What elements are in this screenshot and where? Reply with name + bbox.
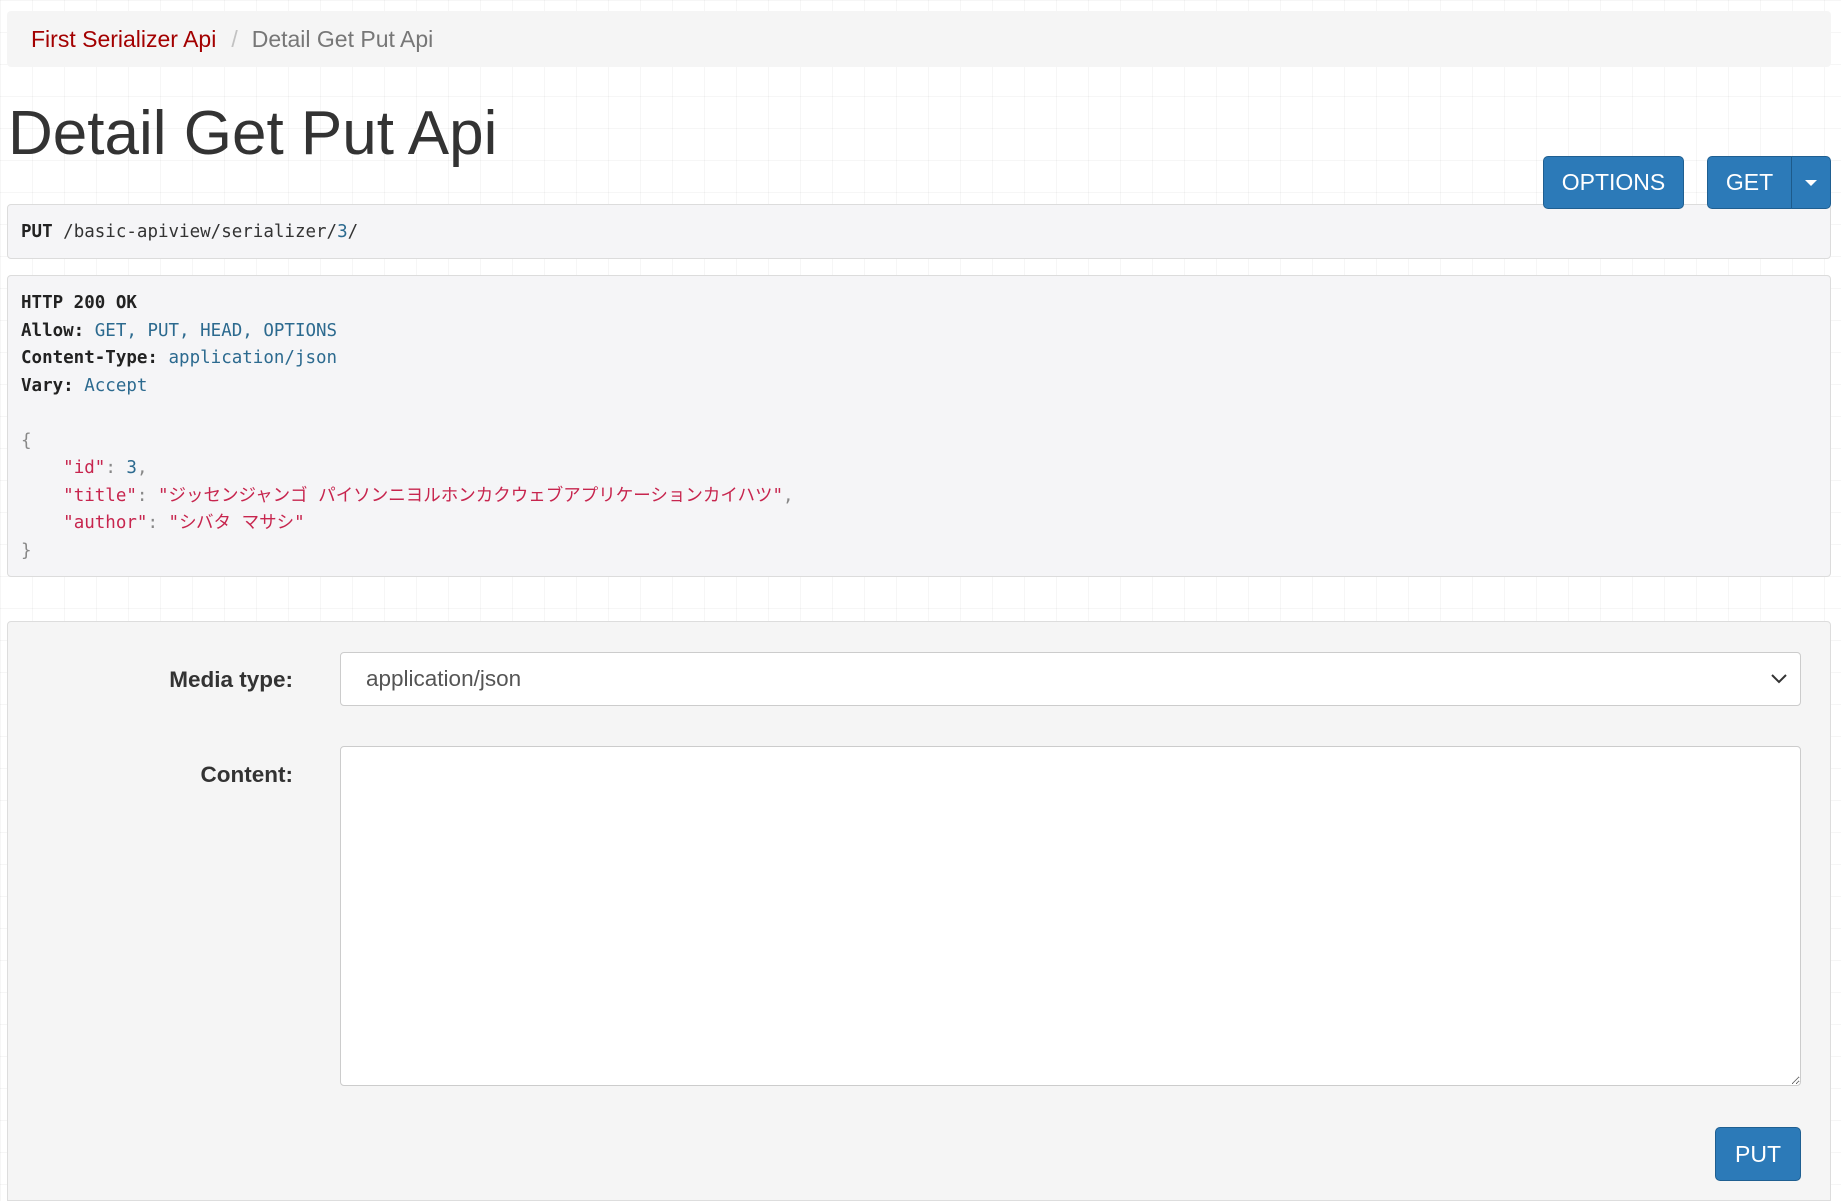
breadcrumb: First Serializer Api / Detail Get Put Ap… bbox=[7, 11, 1831, 67]
json-comma: , bbox=[136, 458, 148, 478]
json-key-id: "id" bbox=[63, 458, 106, 478]
header-value-allow: GET, PUT, HEAD, OPTIONS bbox=[94, 320, 338, 341]
page-title: Detail Get Put Api bbox=[8, 99, 498, 168]
json-value-id: 3 bbox=[126, 458, 137, 478]
content-label: Content: bbox=[200, 762, 293, 787]
request-method: PUT bbox=[21, 222, 53, 242]
header-value-content-type: application/json bbox=[168, 348, 338, 368]
header-value-vary: Accept bbox=[84, 375, 148, 396]
raw-data-form: Media type: application/json Content: PU… bbox=[7, 621, 1831, 1201]
chevron-down-icon bbox=[1771, 674, 1787, 684]
media-type-selected-value: application/json bbox=[366, 666, 522, 691]
json-comma: , bbox=[783, 485, 794, 506]
json-open-brace: { bbox=[21, 430, 32, 451]
get-button-group: GET bbox=[1707, 156, 1831, 209]
caret-down-icon bbox=[1805, 179, 1817, 186]
header-key-vary: Vary: bbox=[21, 375, 74, 396]
get-format-dropdown-button[interactable] bbox=[1792, 156, 1831, 209]
breadcrumb-separator: / bbox=[231, 25, 238, 52]
media-type-select[interactable]: application/json bbox=[340, 652, 1801, 706]
json-colon: : bbox=[147, 513, 158, 533]
request-info: PUT /basic-apiview/serializer/3/ bbox=[7, 204, 1831, 259]
get-button[interactable]: GET bbox=[1707, 156, 1792, 209]
page-header: Detail Get Put Api OPTIONS GET bbox=[7, 67, 1831, 209]
json-colon: : bbox=[136, 485, 148, 506]
breadcrumb-current: Detail Get Put Api bbox=[251, 25, 434, 52]
json-value-author: "シバタ マサシ" bbox=[168, 513, 305, 533]
request-path-id: 3 bbox=[337, 222, 348, 242]
request-path-prefix: /basic-apiview/serializer/ bbox=[63, 222, 338, 242]
header-key-allow: Allow: bbox=[21, 320, 85, 341]
json-key-title: "title" bbox=[63, 485, 137, 506]
json-key-author: "author" bbox=[63, 513, 148, 533]
json-colon: : bbox=[105, 458, 116, 478]
request-path-suffix: / bbox=[347, 222, 359, 242]
response-info: HTTP 200 OK Allow: GET, PUT, HEAD, OPTIO… bbox=[7, 275, 1831, 577]
options-button[interactable]: OPTIONS bbox=[1543, 156, 1684, 209]
put-button[interactable]: PUT bbox=[1715, 1127, 1801, 1181]
breadcrumb-link-first-serializer-api[interactable]: First Serializer Api bbox=[31, 26, 216, 53]
response-status: HTTP 200 OK bbox=[21, 293, 137, 313]
header-key-content-type: Content-Type: bbox=[21, 348, 158, 368]
json-close-brace: } bbox=[21, 540, 32, 561]
content-textarea[interactable] bbox=[340, 746, 1801, 1086]
media-type-label: Media type: bbox=[169, 667, 293, 692]
page: First Serializer Api / Detail Get Put Ap… bbox=[7, 11, 1831, 1201]
json-value-title: "ジッセンジャンゴ パイソンニヨルホンカクウェブアプリケーションカイハツ" bbox=[158, 485, 784, 506]
